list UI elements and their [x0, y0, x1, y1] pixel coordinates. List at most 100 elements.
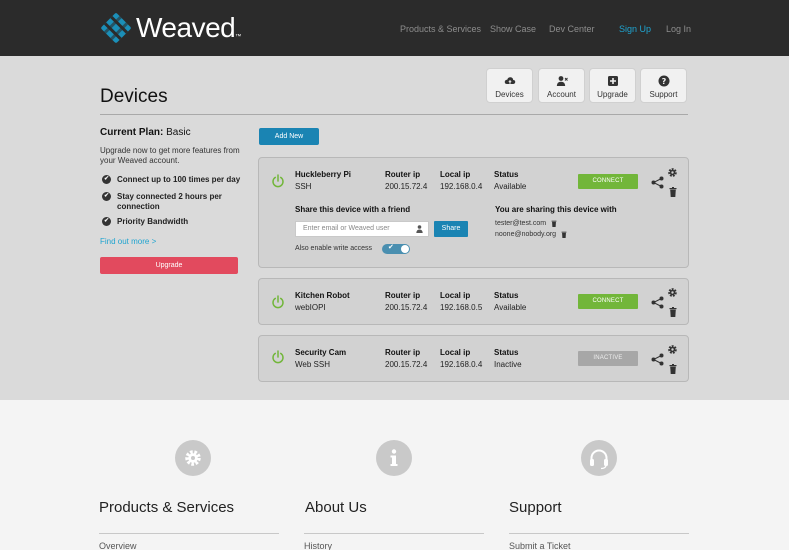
- local-ip-header: Local ip: [440, 348, 471, 357]
- toggle-knob: [401, 245, 409, 253]
- local-ip-header: Local ip: [440, 291, 471, 300]
- title-divider: [100, 114, 688, 115]
- share-button[interactable]: Share: [434, 221, 468, 237]
- trash-icon[interactable]: [561, 231, 567, 238]
- device-name: Kitchen Robot: [295, 291, 350, 300]
- find-out-more-link[interactable]: Find out more >: [100, 237, 156, 246]
- trash-icon[interactable]: [669, 187, 677, 197]
- shared-user-email: noone@nobody.org: [495, 231, 557, 238]
- status-header: Status: [494, 170, 519, 179]
- router-ip-value: 200.15.72.4: [385, 303, 428, 312]
- toolbar-devices-button[interactable]: Devices: [486, 68, 533, 103]
- status-value: Inactive: [494, 360, 522, 369]
- share-email-input[interactable]: Enter email or Weaved user: [295, 221, 429, 237]
- plan-feature: ✔ Stay connected 2 hours per connection: [102, 192, 232, 212]
- device-card-kitchen-robot: Kitchen Robot webIOPI Router ip 200.15.7…: [258, 278, 689, 325]
- local-ip-value: 192.168.0.5: [440, 303, 483, 312]
- local-ip-value: 192.168.0.4: [440, 360, 483, 369]
- plan-feature: ✔ Connect up to 100 times per day: [102, 175, 242, 185]
- plan-feature: ✔ Priority Bandwidth: [102, 217, 242, 227]
- gear-icon[interactable]: [667, 287, 678, 298]
- info-icon: [376, 440, 412, 476]
- router-ip-header: Router ip: [385, 291, 421, 300]
- footer-products-services-title: Products & Services: [99, 499, 235, 516]
- current-plan-label: Current Plan:: [100, 127, 164, 138]
- router-ip-header: Router ip: [385, 170, 421, 179]
- share-email-placeholder: Enter email or Weaved user: [303, 225, 390, 232]
- page-title: Devices: [100, 86, 168, 107]
- main-nav: Products & Services Show Case Dev Center…: [0, 0, 789, 56]
- plan-feature-text: Priority Bandwidth: [117, 217, 189, 226]
- user-icon: [416, 225, 423, 233]
- plan-feature-text: Stay connected 2 hours per connection: [117, 192, 222, 211]
- shared-user: tester@test.com: [495, 220, 557, 227]
- share-device-title: Share this device with a friend: [295, 205, 411, 214]
- gear-icon: [175, 440, 211, 476]
- current-plan-value: Basic: [166, 127, 191, 138]
- plus-square-icon: [607, 76, 618, 86]
- toolbar-support-label: Support: [649, 90, 678, 99]
- nav-log-in[interactable]: Log In: [666, 24, 691, 34]
- footer-link-overview[interactable]: Overview: [99, 541, 137, 550]
- local-ip-value: 192.168.0.4: [440, 182, 483, 191]
- footer-divider: [509, 533, 689, 534]
- trash-icon[interactable]: [669, 307, 677, 317]
- write-access-toggle[interactable]: ✔: [382, 244, 410, 254]
- footer-divider: [304, 533, 484, 534]
- toolbar-account-label: Account: [547, 90, 576, 99]
- device-service: SSH: [295, 182, 312, 191]
- status-header: Status: [494, 291, 519, 300]
- svg-text:?: ?: [661, 77, 666, 86]
- footer-support-title: Support: [509, 499, 562, 516]
- gear-icon[interactable]: [667, 344, 678, 355]
- gear-icon[interactable]: [667, 167, 678, 178]
- share-icon[interactable]: [651, 353, 664, 366]
- toolbar-devices-label: Devices: [495, 90, 524, 99]
- current-plan: Current Plan: Basic: [100, 127, 191, 138]
- upgrade-button[interactable]: Upgrade: [100, 257, 238, 274]
- write-access-label: Also enable write access: [295, 245, 373, 252]
- user-icon: [556, 76, 568, 86]
- share-icon[interactable]: [651, 176, 664, 189]
- connect-button[interactable]: CONNECT: [578, 294, 638, 309]
- footer-about-us-title: About Us: [305, 499, 367, 516]
- toolbar-upgrade-button[interactable]: Upgrade: [589, 68, 636, 103]
- nav-dev-center[interactable]: Dev Center: [549, 24, 595, 34]
- toolbar-upgrade-label: Upgrade: [597, 90, 628, 99]
- trash-icon[interactable]: [551, 220, 557, 227]
- nav-sign-up[interactable]: Sign Up: [619, 24, 651, 34]
- plan-description: Upgrade now to get more features from yo…: [100, 146, 240, 165]
- power-icon[interactable]: [271, 174, 285, 188]
- plan-feature-text: Connect up to 100 times per day: [117, 175, 241, 184]
- device-service: Web SSH: [295, 360, 330, 369]
- nav-products-services[interactable]: Products & Services: [400, 24, 481, 34]
- check-circle-icon: ✔: [102, 192, 111, 201]
- device-card-huckleberry-pi: Huckleberry Pi SSH Router ip 200.15.72.4…: [258, 157, 689, 268]
- nav-show-case[interactable]: Show Case: [490, 24, 536, 34]
- device-name: Huckleberry Pi: [295, 170, 352, 179]
- router-ip-value: 200.15.72.4: [385, 182, 428, 191]
- check-circle-icon: ✔: [102, 175, 111, 184]
- inactive-button[interactable]: INACTIVE: [578, 351, 638, 366]
- share-icon[interactable]: [651, 296, 664, 309]
- power-icon[interactable]: [271, 350, 285, 364]
- device-service: webIOPI: [295, 303, 326, 312]
- connect-button[interactable]: CONNECT: [578, 174, 638, 189]
- trash-icon[interactable]: [669, 364, 677, 374]
- cloud-upload-icon: [504, 77, 515, 84]
- footer-link-history[interactable]: History: [304, 541, 332, 550]
- status-header: Status: [494, 348, 519, 357]
- add-new-button[interactable]: Add New: [259, 128, 319, 145]
- toolbar-account-button[interactable]: Account: [538, 68, 585, 103]
- power-icon[interactable]: [271, 295, 285, 309]
- top-navigation-bar: Weaved ™ Products & Services Show Case D…: [0, 0, 789, 56]
- device-name: Security Cam: [295, 348, 347, 357]
- toolbar-support-button[interactable]: ? Support: [640, 68, 687, 103]
- question-circle-icon: ?: [658, 75, 669, 87]
- router-ip-header: Router ip: [385, 348, 421, 357]
- headset-icon: [581, 440, 617, 476]
- check-icon: ✔: [388, 244, 394, 251]
- router-ip-value: 200.15.72.4: [385, 360, 428, 369]
- footer-link-submit-ticket[interactable]: Submit a Ticket: [509, 541, 571, 550]
- local-ip-header: Local ip: [440, 170, 471, 179]
